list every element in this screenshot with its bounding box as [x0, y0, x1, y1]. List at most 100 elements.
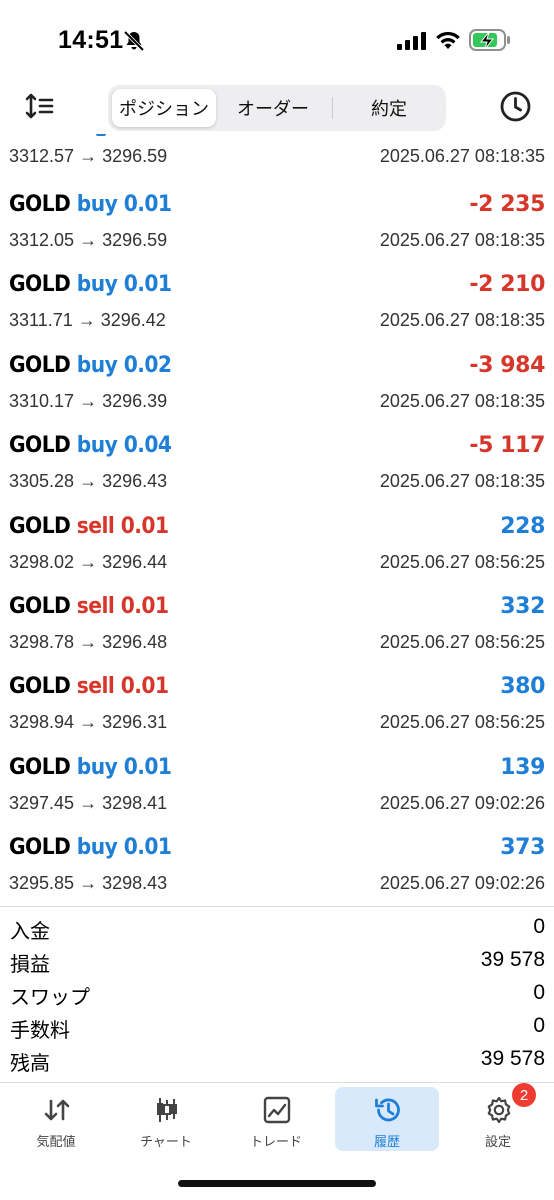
trade-time: 2025.06.27 08:56:25 — [379, 551, 545, 572]
price-range: 3295.85 → 3298.43 — [9, 873, 168, 894]
list-item[interactable]: GOLD buy 0.01 139 3297.45 → 3298.41 2025.06… — [0, 747, 554, 827]
trade-profit: -3 984 — [469, 352, 545, 378]
list-item[interactable]: GOLD sell 0.01 332 3298.78 → 3296.48 2025.0… — [0, 586, 554, 666]
tab-orders[interactable]: オーダー — [220, 89, 326, 127]
trade-direction: buy 0.01 — [76, 754, 172, 780]
trade-title: GOLD buy 0.01 — [9, 192, 172, 217]
price-range: 3310.17 → 3296.39 — [9, 390, 168, 411]
segment-divider — [332, 97, 333, 119]
tab-label: 気配値 — [36, 1135, 76, 1150]
partial-direction-fragment — [96, 134, 124, 136]
summary-value: 0 — [533, 1014, 545, 1037]
history-toolbar: ポジション オーダー 約定 — [0, 82, 554, 134]
trade-title: GOLD sell 0.01 — [9, 514, 169, 539]
trade-symbol: GOLD — [9, 674, 71, 700]
trade-title: GOLD buy 0.02 — [9, 352, 172, 378]
price-range: 3305.28 → 3296.43 — [9, 471, 168, 492]
trade-time: 2025.06.27 09:02:26 — [379, 873, 545, 894]
trade-icon — [263, 1096, 291, 1124]
summary-value: 39 578 — [480, 1047, 545, 1070]
price-range: 3297.45 → 3298.41 — [9, 792, 168, 813]
trade-direction: buy 0.04 — [76, 433, 172, 459]
chart-icon — [157, 1098, 177, 1122]
summary-value: 0 — [533, 915, 545, 938]
notification-badge: 2 — [512, 1083, 536, 1107]
clock-icon[interactable] — [499, 90, 532, 123]
list-item[interactable]: GOLD sell 0.01 380 3298.94 → 3296.31 2025.0… — [0, 666, 554, 746]
trade-direction: buy 0.01 — [76, 272, 172, 298]
status-bar: 14:51 — [0, 0, 554, 80]
trade-time: 2025.06.27 08:18:35 — [379, 390, 545, 411]
summary-label: 損益 — [10, 952, 50, 976]
trade-symbol: GOLD — [9, 272, 71, 298]
summary-label: スワップ — [10, 985, 90, 1009]
trade-title: GOLD buy 0.01 — [9, 835, 172, 861]
trade-direction: sell 0.01 — [76, 674, 169, 700]
trade-profit: 228 — [500, 513, 545, 539]
list-item[interactable]: GOLD buy 0.04 -5 117 3305.28 → 3296.43 2025… — [0, 425, 554, 505]
tab-chart[interactable]: チャート — [114, 1087, 218, 1151]
list-item[interactable]: 3312.57 → 3296.59 2025.06.27 08:18:35 — [0, 134, 554, 184]
trade-title: GOLD buy 0.01 — [9, 272, 172, 298]
trade-title: GOLD sell 0.01 — [9, 594, 169, 619]
trade-profit: 373 — [500, 835, 545, 861]
tab-label: 設定 — [484, 1135, 511, 1150]
summary-label: 手数料 — [10, 1018, 70, 1042]
bell-off-icon — [123, 30, 145, 52]
tab-label: 履歴 — [373, 1135, 400, 1150]
price-range: 3298.02 → 3296.44 — [9, 551, 168, 572]
trade-time: 2025.06.27 08:56:25 — [379, 712, 545, 733]
trade-direction: buy 0.01 — [76, 835, 172, 861]
trade-direction: buy 0.01 — [76, 192, 172, 217]
home-indicator — [178, 1180, 376, 1187]
cellular-signal-icon — [397, 32, 426, 50]
trade-symbol: GOLD — [9, 835, 71, 861]
summary-row-swap: スワップ 0 — [0, 977, 554, 1010]
list-item[interactable]: GOLD buy 0.01 -2 235 3312.05 → 3296.59 2025… — [0, 184, 554, 264]
tab-quotes[interactable]: 気配値 — [4, 1087, 108, 1151]
summary-label: 残高 — [10, 1051, 50, 1075]
summary-value: 39 578 — [480, 948, 545, 971]
trade-symbol: GOLD — [9, 594, 71, 619]
tab-trade[interactable]: トレード — [224, 1087, 328, 1151]
list-item[interactable]: GOLD buy 0.01 -2 210 3311.71 → 3296.42 2025… — [0, 264, 554, 344]
trade-symbol: GOLD — [9, 352, 71, 378]
trade-time: 2025.06.27 09:02:26 — [379, 792, 545, 813]
list-item[interactable]: GOLD buy 0.01 373 3295.85 → 3298.43 2025.06… — [0, 827, 554, 904]
settings-icon — [487, 1096, 511, 1124]
summary-row-commission: 手数料 0 — [0, 1010, 554, 1043]
trade-symbol: GOLD — [9, 192, 71, 217]
tab-history[interactable]: 履歴 — [335, 1087, 439, 1151]
sort-icon[interactable] — [24, 92, 54, 120]
trade-list[interactable]: 3312.57 → 3296.59 2025.06.27 08:18:35 GO… — [0, 134, 554, 904]
trade-time: 2025.06.27 08:18:35 — [379, 471, 545, 492]
summary-row-deposit: 入金 0 — [0, 911, 554, 944]
tab-label: トレード — [249, 1135, 302, 1150]
summary-row-profit: 損益 39 578 — [0, 944, 554, 977]
summary-label: 入金 — [10, 919, 50, 943]
trade-symbol: GOLD — [9, 754, 71, 780]
price-range: 3311.71 → 3296.42 — [9, 310, 166, 331]
list-item[interactable]: GOLD buy 0.02 -3 984 3310.17 → 3296.39 2025… — [0, 345, 554, 425]
list-item[interactable]: GOLD sell 0.01 228 3298.02 → 3296.44 2025.0… — [0, 506, 554, 586]
trade-title: GOLD buy 0.01 — [9, 754, 172, 780]
trade-time: 2025.06.27 08:18:35 — [379, 146, 545, 166]
history-icon — [375, 1098, 400, 1122]
trade-time: 2025.06.27 08:56:25 — [379, 632, 545, 652]
trade-profit: 139 — [500, 754, 545, 780]
trade-direction: sell 0.01 — [76, 594, 169, 619]
tab-positions[interactable]: ポジション — [112, 89, 216, 127]
tab-deals[interactable]: 約定 — [336, 89, 442, 127]
tab-settings[interactable]: 2 設定 — [446, 1083, 550, 1151]
trade-profit: -2 210 — [469, 272, 545, 298]
history-segmented-control: ポジション オーダー 約定 — [108, 85, 446, 131]
wifi-icon — [436, 31, 460, 49]
price-range: 3312.05 → 3296.59 — [9, 230, 168, 250]
trade-title: GOLD sell 0.01 — [9, 674, 169, 700]
account-summary: 入金 0 損益 39 578 スワップ 0 手数料 0 残高 39 578 — [0, 906, 554, 1082]
summary-row-balance: 残高 39 578 — [0, 1043, 554, 1076]
trade-symbol: GOLD — [9, 433, 71, 459]
quotes-icon — [44, 1099, 70, 1121]
trade-direction: buy 0.02 — [76, 352, 172, 378]
trade-profit: 332 — [500, 594, 545, 619]
